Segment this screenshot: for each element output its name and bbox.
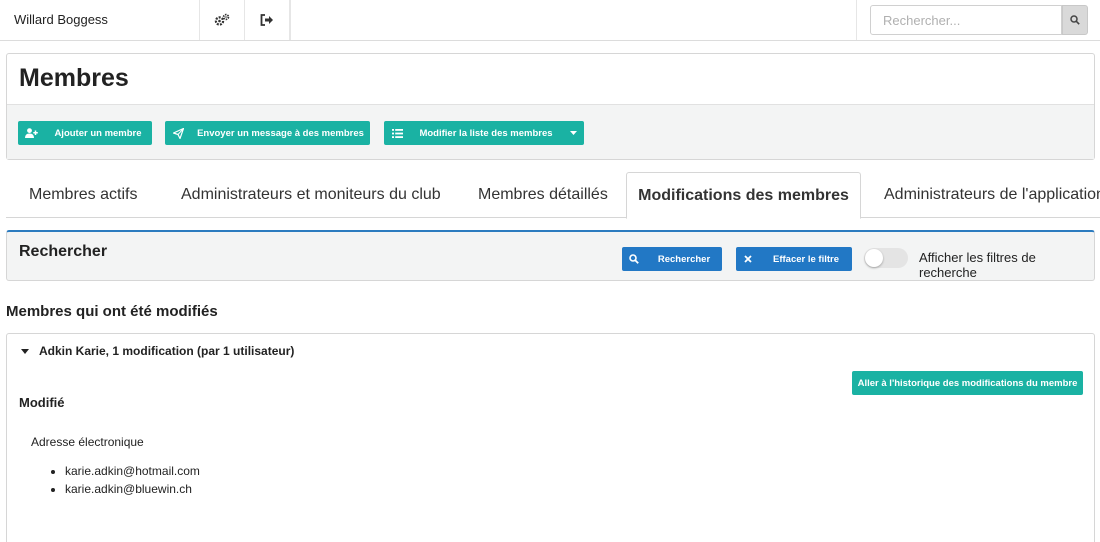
send-message-button[interactable]: Envoyer un message à des membres <box>165 121 370 145</box>
page-title: Membres <box>19 64 129 92</box>
add-member-button[interactable]: Ajouter un membre <box>18 121 152 145</box>
clear-filter-label: Effacer le filtre <box>773 253 839 265</box>
clear-filter-button[interactable]: Effacer le filtre <box>736 247 852 271</box>
search-panel-title: Rechercher <box>19 243 108 260</box>
search-submit-button[interactable]: Rechercher <box>622 247 722 271</box>
list-item: karie.adkin@bluewin.ch <box>65 480 200 498</box>
user-menu[interactable]: Willard Boggess (willard.boggess) <box>0 0 200 67</box>
member-history-button[interactable]: Aller à l'historique des modifications d… <box>852 371 1083 395</box>
tab-member-changes[interactable]: Modifications des membres <box>626 172 861 219</box>
user-plus-icon <box>18 128 44 138</box>
edit-member-list-button[interactable]: Modifier la liste des membres <box>384 121 584 145</box>
search-button[interactable] <box>1062 5 1088 35</box>
header-actions: Ajouter un membre Envoyer un message à d… <box>7 104 1094 159</box>
member-change-summary-text: Adkin Karie, 1 modification (par 1 utili… <box>39 344 295 358</box>
list-icon <box>384 128 410 138</box>
member-change-card: Adkin Karie, 1 modification (par 1 utili… <box>6 333 1095 542</box>
tab-detailed-members[interactable]: Membres détaillés <box>478 172 608 218</box>
add-member-label: Ajouter un membre <box>54 127 142 139</box>
tab-club-admins[interactable]: Administrateurs et moniteurs du club <box>181 172 441 218</box>
members-header-panel: Membres Ajouter un membre Envoyer un mes… <box>6 53 1095 160</box>
toggle-knob <box>865 249 883 267</box>
caret-down-icon[interactable] <box>562 131 584 135</box>
list-item: karie.adkin@hotmail.com <box>65 462 200 480</box>
section-title: Membres qui ont été modifiés <box>6 303 218 320</box>
send-message-label: Envoyer un message à des membres <box>197 127 364 139</box>
member-change-summary[interactable]: Adkin Karie, 1 modification (par 1 utili… <box>21 344 294 358</box>
global-search <box>856 0 1100 40</box>
members-tabs: Membres actifs Administrateurs et monite… <box>6 172 1100 219</box>
top-navbar: Willard Boggess (willard.boggess) <box>0 0 1100 67</box>
changed-values-list: karie.adkin@hotmail.com karie.adkin@blue… <box>51 462 200 498</box>
search-input[interactable] <box>870 5 1062 35</box>
change-type-label: Modifié <box>19 395 65 410</box>
cogs-icon[interactable] <box>200 0 245 40</box>
paper-plane-icon <box>165 127 191 139</box>
search-panel: Rechercher Rechercher Effacer le filtre … <box>6 230 1095 281</box>
search-icon <box>622 254 646 264</box>
search-icon <box>1070 15 1080 25</box>
sign-out-icon[interactable] <box>245 0 290 40</box>
close-icon <box>736 255 760 263</box>
caret-down-icon <box>21 348 29 354</box>
tab-active-members[interactable]: Membres actifs <box>29 172 137 218</box>
tab-app-admins[interactable]: Administrateurs de l'application <box>884 172 1100 218</box>
search-submit-label: Rechercher <box>657 253 711 265</box>
show-filters-toggle[interactable] <box>864 248 908 268</box>
nav-divider <box>290 0 291 40</box>
edit-member-list-label: Modifier la liste des membres <box>419 127 553 139</box>
changed-field-label: Adresse électronique <box>31 435 144 449</box>
show-filters-label: Afficher les filtres de recherche <box>919 250 1036 280</box>
